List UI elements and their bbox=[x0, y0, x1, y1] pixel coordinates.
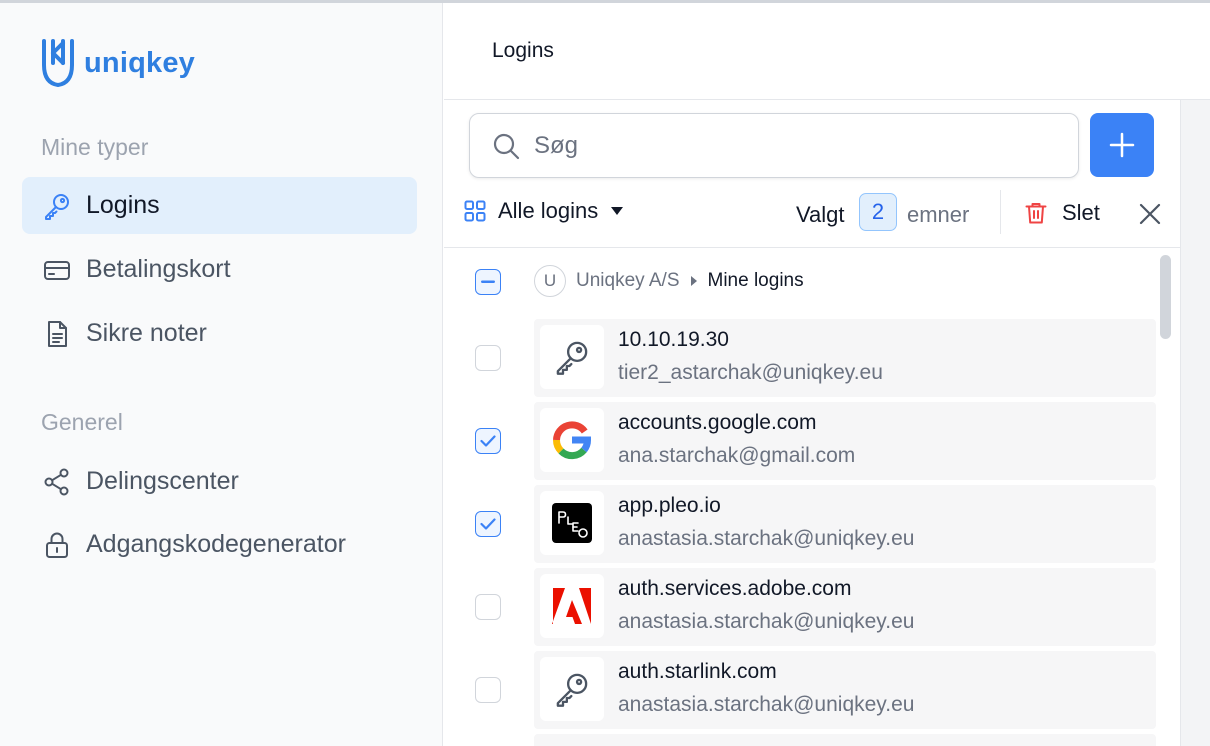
trash-icon bbox=[1025, 203, 1047, 224]
search-input[interactable] bbox=[534, 131, 1034, 160]
login-username: anastasia.starchak@uniqkey.eu bbox=[618, 610, 915, 633]
delete-button[interactable]: Slet bbox=[1024, 200, 1100, 226]
key-icon bbox=[42, 191, 72, 221]
login-name: auth.starlink.com bbox=[618, 660, 777, 683]
key-icon bbox=[556, 341, 588, 375]
toolbar-divider bbox=[1000, 190, 1001, 234]
sidebar: uniqkey Mine typer Logins Betalingskort … bbox=[0, 3, 443, 746]
select-all-checkbox[interactable] bbox=[475, 269, 501, 295]
avatar: U bbox=[534, 265, 566, 297]
minus-icon bbox=[481, 280, 495, 283]
sidebar-item-label: Betalingskort bbox=[86, 255, 231, 283]
list-item[interactable] bbox=[534, 734, 1156, 746]
search-box[interactable] bbox=[469, 113, 1079, 178]
list-item[interactable]: 10.10.19.30 tier2_astarchak@uniqkey.eu bbox=[534, 319, 1156, 397]
document-icon bbox=[42, 319, 72, 349]
main-panel: Logins Alle logins Valgt 2 emner Slet U … bbox=[444, 3, 1210, 746]
filter-dropdown[interactable]: Alle logins bbox=[464, 198, 624, 224]
login-name: accounts.google.com bbox=[618, 411, 817, 434]
row-checkbox[interactable] bbox=[475, 511, 501, 537]
uniqkey-logo-icon bbox=[42, 39, 74, 87]
search-icon bbox=[493, 133, 520, 159]
login-username: tier2_astarchak@uniqkey.eu bbox=[618, 361, 883, 384]
row-checkbox[interactable] bbox=[475, 594, 501, 620]
sidebar-item-label: Logins bbox=[86, 191, 160, 219]
section-title-general: Generel bbox=[41, 409, 123, 435]
section-title-types: Mine typer bbox=[41, 134, 149, 160]
sidebar-item-label: Sikre noter bbox=[86, 319, 207, 347]
clear-selection-button[interactable] bbox=[1138, 202, 1162, 231]
breadcrumb: U Uniqkey A/S Mine logins bbox=[534, 265, 804, 297]
selected-suffix: emner bbox=[907, 202, 970, 227]
login-icon-tile bbox=[540, 574, 604, 638]
login-username: anastasia.starchak@uniqkey.eu bbox=[618, 527, 915, 550]
list-toolbar: Alle logins Valgt 2 emner Slet bbox=[444, 188, 1180, 248]
key-icon bbox=[556, 673, 588, 707]
selected-prefix: Valgt bbox=[796, 202, 845, 227]
brand-logo[interactable]: uniqkey bbox=[40, 37, 195, 89]
page-header: Logins bbox=[444, 3, 1210, 100]
delete-label: Slet bbox=[1062, 200, 1100, 225]
adobe-logo-icon bbox=[552, 588, 591, 624]
sidebar-item-label: Delingscenter bbox=[86, 467, 239, 495]
list-item[interactable]: auth.starlink.com anastasia.starchak@uni… bbox=[534, 651, 1156, 729]
sidebar-item-password-generator[interactable]: Adgangskodegenerator bbox=[22, 516, 417, 573]
sidebar-item-payment-cards[interactable]: Betalingskort bbox=[22, 241, 417, 298]
selected-count-badge: 2 bbox=[859, 193, 897, 231]
organization-name[interactable]: Uniqkey A/S bbox=[576, 270, 680, 292]
row-checkbox[interactable] bbox=[475, 677, 501, 703]
close-icon bbox=[1139, 203, 1161, 225]
share-icon bbox=[42, 467, 72, 497]
login-username: ana.starchak@gmail.com bbox=[618, 444, 856, 467]
login-icon-tile bbox=[540, 491, 604, 555]
login-icon-tile bbox=[540, 657, 604, 721]
google-logo-icon bbox=[552, 421, 591, 460]
sidebar-item-logins[interactable]: Logins bbox=[22, 177, 417, 234]
list-item[interactable]: accounts.google.com ana.starchak@gmail.c… bbox=[534, 402, 1156, 480]
pleo-logo-icon bbox=[552, 503, 592, 543]
plus-icon bbox=[1109, 132, 1135, 158]
login-name: 10.10.19.30 bbox=[618, 328, 729, 351]
login-name: app.pleo.io bbox=[618, 494, 721, 517]
sidebar-item-secure-notes[interactable]: Sikre noter bbox=[22, 305, 417, 362]
checkmark-icon bbox=[480, 518, 496, 530]
page-title: Logins bbox=[492, 39, 554, 62]
folder-name: Mine logins bbox=[707, 270, 804, 291]
login-name: auth.services.adobe.com bbox=[618, 577, 852, 600]
sidebar-item-label: Adgangskodegenerator bbox=[86, 530, 346, 558]
checkmark-icon bbox=[480, 435, 496, 447]
row-checkbox[interactable] bbox=[475, 428, 501, 454]
filter-label: Alle logins bbox=[498, 198, 599, 223]
chevron-right-icon bbox=[690, 276, 697, 286]
login-username: anastasia.starchak@uniqkey.eu bbox=[618, 693, 915, 716]
row-checkbox[interactable] bbox=[475, 345, 501, 371]
side-panel-edge bbox=[1180, 100, 1210, 746]
credit-card-icon bbox=[42, 255, 72, 285]
caret-down-icon bbox=[611, 207, 624, 215]
brand-name: uniqkey bbox=[84, 46, 195, 79]
login-icon-tile bbox=[540, 325, 604, 389]
login-icon-tile bbox=[540, 408, 604, 472]
list-item[interactable]: app.pleo.io anastasia.starchak@uniqkey.e… bbox=[534, 485, 1156, 563]
sidebar-item-sharing-center[interactable]: Delingscenter bbox=[22, 453, 417, 510]
list-scrollbar[interactable] bbox=[1160, 255, 1171, 339]
list-item[interactable]: auth.services.adobe.com anastasia.starch… bbox=[534, 568, 1156, 646]
add-login-button[interactable] bbox=[1090, 113, 1154, 177]
lock-icon bbox=[42, 530, 72, 560]
grid-icon bbox=[464, 200, 486, 222]
